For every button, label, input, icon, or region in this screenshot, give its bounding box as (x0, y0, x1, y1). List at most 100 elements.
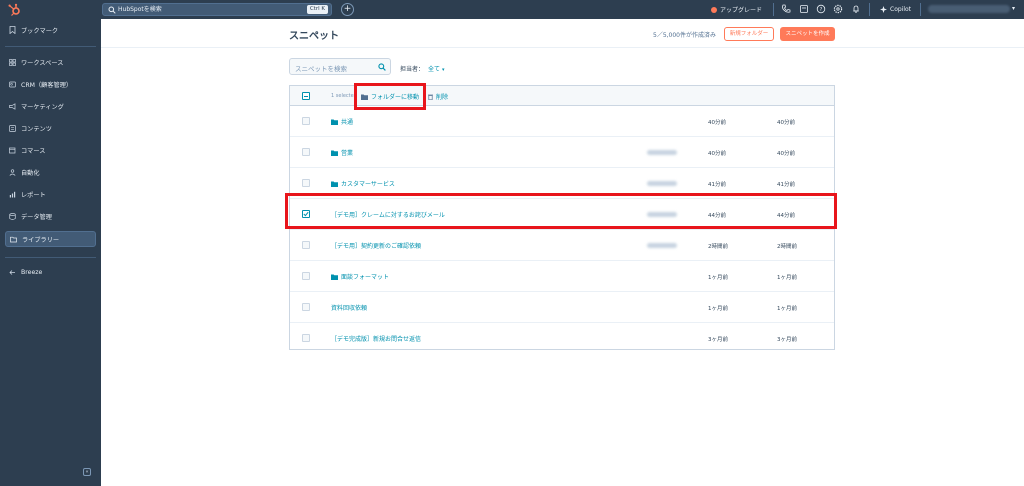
snippet-count-text: 5／5,000件が作成済み (653, 32, 716, 39)
sidebar: ブックマーク ワークスペース CRM（顧客管理） マーケティング コンテンツ コ… (0, 19, 101, 486)
owner-filter-dropdown[interactable]: 全て ▾ (428, 64, 444, 73)
sparkle-icon (880, 6, 887, 13)
row-name-link[interactable]: 共通 (331, 117, 353, 126)
reports-icon (9, 191, 16, 197)
row-name-link[interactable]: カスタマーサービス (331, 179, 395, 188)
row-name-link[interactable]: ［デモ用］契約更新のご確認依頼 (331, 241, 421, 250)
row-name: 営業 (341, 150, 354, 157)
trash-icon (428, 94, 433, 100)
snippet-search-input[interactable]: スニペットを検索 (289, 58, 391, 75)
table-row[interactable]: ［デモ完成版］新規お問合せ返信 3ヶ月前 3ヶ月前 (290, 323, 834, 349)
table-row[interactable]: 営業 40分前 40分前 (290, 137, 834, 168)
table-row[interactable]: 面談フォーマット 1ヶ月前 1ヶ月前 (290, 261, 834, 292)
selected-count-text: 1 selected (331, 93, 357, 99)
row-name-link[interactable]: 面談フォーマット (331, 272, 389, 281)
automation-icon (9, 168, 16, 176)
collapse-sidebar-button[interactable]: « (83, 468, 91, 476)
sidebar-item-commerce[interactable]: コマース (5, 142, 96, 158)
data-icon (9, 212, 16, 220)
row-checkbox[interactable] (302, 148, 310, 156)
row-updated: 1ヶ月前 (708, 275, 728, 281)
copilot-button[interactable]: Copilot (880, 4, 911, 15)
row-name-link[interactable]: 営業 (331, 148, 353, 157)
hubspot-logo-icon[interactable] (7, 3, 21, 17)
sidebar-item-label: レポート (21, 191, 46, 199)
marketplace-icon[interactable] (799, 4, 809, 14)
sidebar-item-content[interactable]: コンテンツ (5, 120, 96, 136)
highlight-box-selected-row (285, 193, 837, 229)
row-name: 面談フォーマット (341, 274, 390, 281)
select-all-checkbox[interactable] (302, 92, 310, 100)
row-created: 40分前 (777, 151, 795, 157)
svg-text:?: ? (820, 7, 823, 13)
settings-icon[interactable] (833, 4, 843, 14)
upgrade-icon (711, 6, 717, 13)
topbar-divider (920, 3, 921, 16)
global-search-input[interactable]: HubSpotを検索 Ctrl K (102, 3, 332, 16)
row-owner-blurred (647, 243, 677, 248)
create-new-button[interactable]: + (341, 3, 354, 16)
notifications-icon[interactable] (851, 4, 861, 14)
bookmark-icon (9, 26, 16, 34)
new-folder-button[interactable]: 新規フォルダー (724, 27, 774, 41)
table-row[interactable]: 資料回収依頼 1ヶ月前 1ヶ月前 (290, 292, 834, 323)
row-owner-blurred (647, 150, 677, 155)
breeze-icon (9, 269, 15, 275)
phone-icon[interactable] (781, 4, 791, 14)
snippet-search-placeholder: スニペットを検索 (295, 65, 347, 73)
sidebar-item-marketing[interactable]: マーケティング (5, 98, 96, 114)
content-icon (9, 124, 16, 132)
row-created: 40分前 (777, 120, 795, 126)
upgrade-button[interactable]: アップグレード (711, 4, 762, 15)
sidebar-item-label: コンテンツ (21, 125, 52, 133)
sidebar-item-label: ライブラリー (22, 236, 60, 244)
row-name: ［デモ用］契約更新のご確認依頼 (331, 243, 422, 250)
search-icon (108, 6, 116, 14)
owner-filter-value: 全て (428, 66, 441, 73)
topbar-divider (869, 3, 870, 16)
account-chevron-down-icon[interactable]: ▾ (1012, 5, 1015, 12)
create-snippet-button[interactable]: スニペットを作成 (780, 27, 835, 41)
sidebar-item-automation[interactable]: 自動化 (5, 164, 96, 180)
crm-icon (9, 81, 16, 87)
workspace-icon (9, 58, 16, 66)
row-updated: 40分前 (708, 120, 726, 126)
sidebar-item-bookmarks[interactable]: ブックマーク (5, 22, 96, 38)
delete-button[interactable]: 削除 (428, 92, 448, 101)
account-menu-blurred[interactable] (928, 5, 1010, 13)
sidebar-item-label: ワークスペース (21, 59, 64, 67)
folder-icon (331, 181, 338, 187)
sidebar-item-label: コマース (21, 147, 46, 155)
page-title: スニペット (289, 31, 339, 42)
row-updated: 3ヶ月前 (708, 337, 728, 343)
row-name: カスタマーサービス (341, 181, 395, 188)
row-name-link[interactable]: ［デモ完成版］新規お問合せ返信 (331, 334, 421, 343)
row-created: 41分前 (777, 182, 795, 188)
help-icon[interactable]: ? (816, 4, 826, 14)
row-created: 1ヶ月前 (777, 306, 797, 312)
sidebar-item-crm[interactable]: CRM（顧客管理） (5, 76, 96, 92)
table-row[interactable]: ［デモ用］契約更新のご確認依頼 2時間前 2時間前 (290, 230, 834, 261)
row-checkbox[interactable] (302, 179, 310, 187)
sidebar-item-label: マーケティング (21, 103, 64, 111)
row-checkbox[interactable] (302, 117, 310, 125)
search-shortcut-badge: Ctrl K (306, 5, 328, 14)
row-checkbox[interactable] (302, 303, 310, 311)
row-name-link[interactable]: 資料回収依頼 (331, 303, 367, 312)
sidebar-item-data-management[interactable]: データ管理 (5, 208, 96, 224)
sidebar-item-label: CRM（顧客管理） (21, 81, 73, 89)
sidebar-item-breeze[interactable]: Breeze (5, 264, 96, 280)
global-search-placeholder: HubSpotを検索 (118, 6, 162, 13)
sidebar-item-reports[interactable]: レポート (5, 186, 96, 202)
table-row[interactable]: 共通 40分前 40分前 (290, 106, 834, 137)
sidebar-divider (5, 257, 96, 258)
sidebar-divider (5, 46, 96, 47)
commerce-icon (9, 147, 16, 153)
row-created: 1ヶ月前 (777, 275, 797, 281)
sidebar-item-library[interactable]: ライブラリー (5, 231, 96, 247)
row-checkbox[interactable] (302, 334, 310, 342)
row-checkbox[interactable] (302, 272, 310, 280)
sidebar-item-workspace[interactable]: ワークスペース (5, 54, 96, 70)
row-checkbox[interactable] (302, 241, 310, 249)
row-updated: 41分前 (708, 182, 726, 188)
